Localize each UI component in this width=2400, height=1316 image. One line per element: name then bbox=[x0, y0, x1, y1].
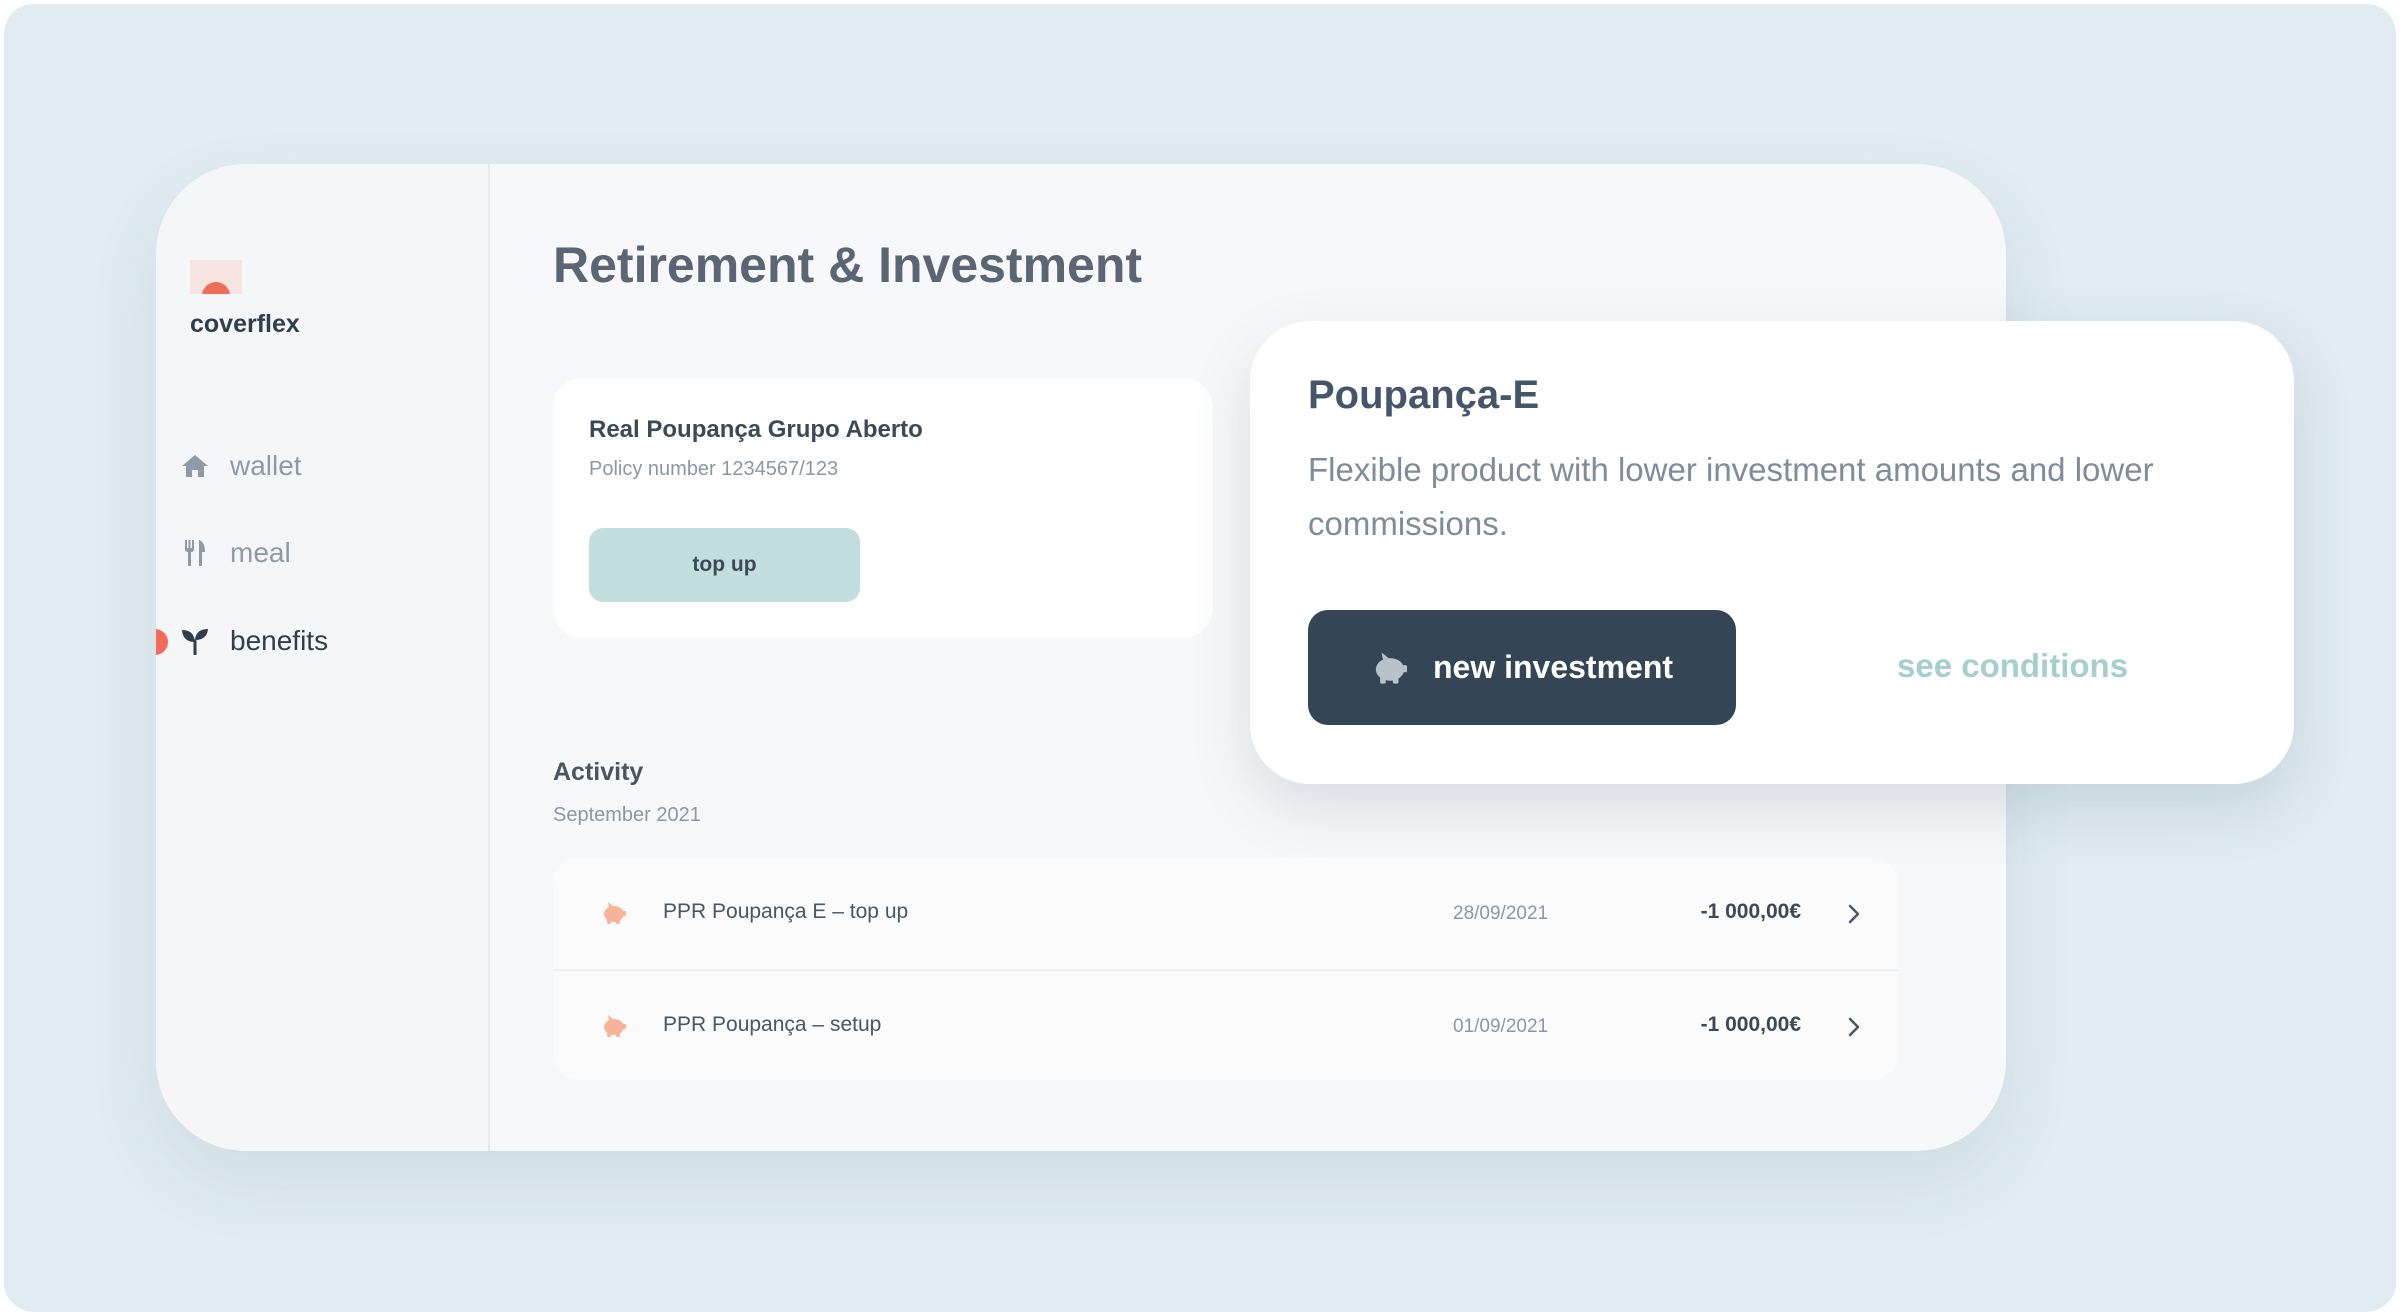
activity-description: PPR Poupança E – top up bbox=[663, 900, 909, 923]
home-icon bbox=[180, 451, 210, 481]
sidebar: coverflex wallet meal benefits bbox=[156, 164, 490, 1151]
product-name: Poupança-E bbox=[1308, 373, 1540, 417]
activity-description: PPR Poupança – setup bbox=[663, 1013, 882, 1036]
brand-name: coverflex bbox=[190, 310, 300, 338]
activity-amount: -1 000,00€ bbox=[1700, 1013, 1801, 1036]
activity-month: September 2021 bbox=[553, 804, 701, 826]
chevron-right-icon bbox=[1845, 901, 1863, 927]
sprout-icon bbox=[180, 626, 210, 656]
piggy-bank-icon bbox=[601, 901, 627, 925]
chevron-right-icon bbox=[1845, 1014, 1863, 1040]
activity-row[interactable]: PPR Poupança – setup 01/09/2021 -1 000,0… bbox=[553, 969, 1898, 1080]
logo-icon bbox=[190, 260, 242, 294]
policy-number: Policy number 1234567/123 bbox=[589, 458, 839, 480]
top-up-button[interactable]: top up bbox=[589, 528, 860, 602]
policy-card: Real Poupança Grupo Aberto Policy number… bbox=[553, 378, 1213, 638]
activity-amount: -1 000,00€ bbox=[1700, 900, 1801, 923]
piggy-bank-icon bbox=[601, 1014, 627, 1038]
activity-date: 28/09/2021 bbox=[1453, 903, 1549, 924]
new-investment-button[interactable]: new investment bbox=[1308, 610, 1736, 725]
sidebar-item-meal[interactable]: meal bbox=[180, 533, 291, 573]
sidebar-item-label: wallet bbox=[230, 450, 302, 481]
sidebar-item-benefits[interactable]: benefits bbox=[180, 621, 328, 661]
product-card: Poupança-E Flexible product with lower i… bbox=[1250, 321, 2294, 784]
sidebar-item-label: benefits bbox=[230, 625, 329, 656]
piggy-bank-icon bbox=[1371, 651, 1409, 685]
page-title: Retirement & Investment bbox=[553, 237, 1143, 293]
activity-date: 01/09/2021 bbox=[1453, 1016, 1549, 1037]
activity-row[interactable]: PPR Poupança E – top up 28/09/2021 -1 00… bbox=[553, 858, 1898, 969]
policy-name: Real Poupança Grupo Aberto bbox=[589, 416, 923, 443]
activity-heading: Activity bbox=[553, 758, 644, 786]
see-conditions-link[interactable]: see conditions bbox=[1897, 647, 2128, 685]
sidebar-item-wallet[interactable]: wallet bbox=[180, 446, 302, 486]
product-description: Flexible product with lower investment a… bbox=[1308, 451, 2154, 542]
activity-list: PPR Poupança E – top up 28/09/2021 -1 00… bbox=[553, 858, 1898, 1080]
cutlery-icon bbox=[180, 538, 210, 568]
new-investment-label: new investment bbox=[1432, 649, 1674, 685]
sidebar-item-label: meal bbox=[230, 537, 291, 568]
